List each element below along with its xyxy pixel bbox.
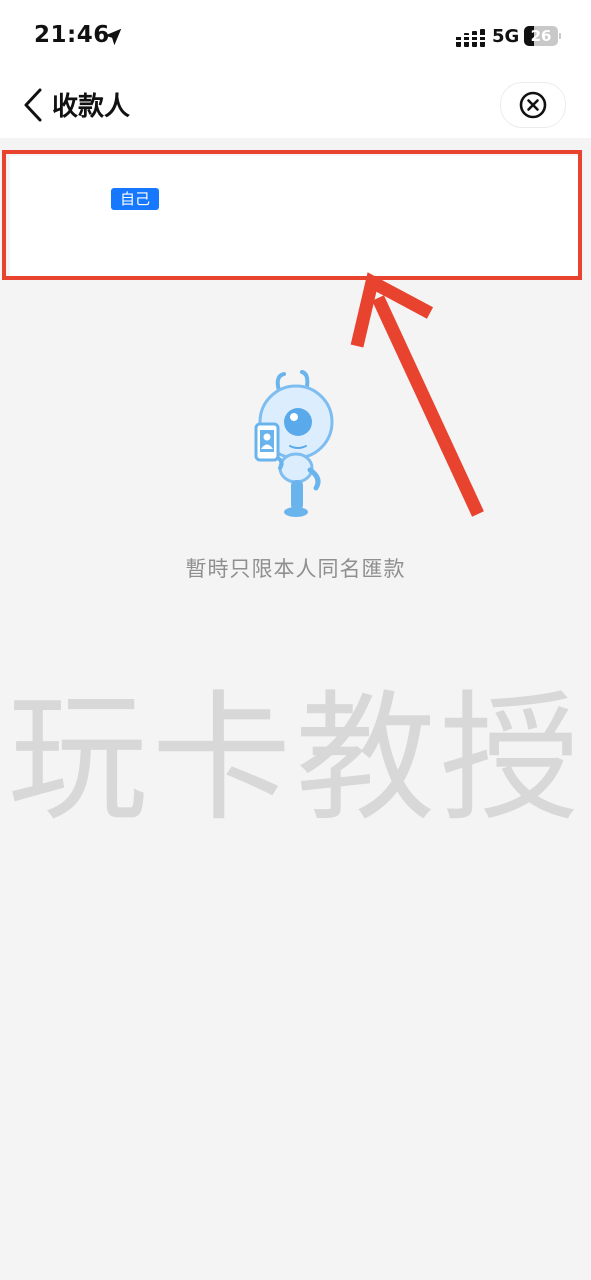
top-header: 21:46 5G 26 收款人 xyxy=(0,0,591,138)
empty-state-message: 暫時只限本人同名匯款 xyxy=(185,557,406,581)
page-title: 收款人 xyxy=(52,92,131,122)
close-button[interactable] xyxy=(500,82,566,128)
battery-level: 26 xyxy=(530,27,552,45)
status-time: 21:46 xyxy=(34,22,110,48)
navigation-bar: 收款人 xyxy=(0,74,591,138)
recipient-self-card[interactable]: 自己 xyxy=(10,156,580,276)
status-bar: 21:46 5G 26 xyxy=(0,0,591,74)
self-badge: 自己 xyxy=(111,188,159,210)
location-arrow-icon xyxy=(104,28,122,46)
network-label: 5G xyxy=(492,26,520,47)
ant-mascot-illustration xyxy=(254,370,334,517)
watermark: 玩卡教授 xyxy=(7,678,584,841)
signal-icon xyxy=(456,29,485,47)
battery-icon: 26 xyxy=(524,26,561,46)
chevron-left-icon[interactable] xyxy=(18,84,50,126)
close-circle-icon xyxy=(519,91,547,119)
